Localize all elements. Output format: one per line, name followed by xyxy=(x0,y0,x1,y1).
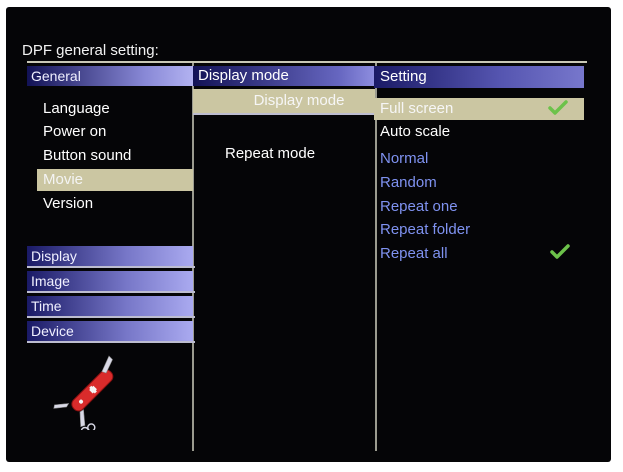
setting-label: Repeat all xyxy=(380,245,448,262)
swiss-knife-icon xyxy=(53,355,114,430)
category-image[interactable]: Image xyxy=(27,271,193,291)
category-rule xyxy=(27,266,195,268)
menu-item-power-on[interactable]: Power on xyxy=(37,121,193,143)
category-rule xyxy=(27,341,195,343)
setting-label: Repeat one xyxy=(380,198,458,215)
middle-rule xyxy=(193,113,375,115)
middle-header: Display mode xyxy=(193,66,375,86)
option-repeat-mode[interactable]: Repeat mode xyxy=(225,145,315,162)
setting-label: Normal xyxy=(380,150,429,167)
header-divider xyxy=(27,61,587,63)
category-general[interactable]: General xyxy=(27,66,195,86)
page-title: DPF general setting: xyxy=(22,42,159,59)
category-display[interactable]: Display xyxy=(27,246,193,266)
setting-repeat-folder[interactable]: Repeat folder xyxy=(374,219,584,241)
setting-header: Setting xyxy=(374,66,584,88)
category-rule xyxy=(27,291,195,293)
category-device[interactable]: Device xyxy=(27,321,193,341)
setting-auto-scale[interactable]: Auto scale xyxy=(374,121,584,143)
setting-repeat-one[interactable]: Repeat one xyxy=(374,196,584,218)
setting-label: Auto scale xyxy=(380,123,451,140)
menu-item-movie[interactable]: Movie xyxy=(37,169,193,191)
category-time[interactable]: Time xyxy=(27,296,193,316)
setting-label: Repeat folder xyxy=(380,221,471,238)
checkmark-icon xyxy=(550,244,570,259)
setting-label: Full screen xyxy=(380,100,454,117)
menu-item-language[interactable]: Language xyxy=(37,98,193,120)
option-display-mode[interactable]: Display mode xyxy=(193,89,375,113)
category-rule xyxy=(27,316,195,318)
setting-normal[interactable]: Normal xyxy=(374,148,584,170)
menu-item-button-sound[interactable]: Button sound xyxy=(37,145,193,167)
setting-random[interactable]: Random xyxy=(374,172,584,194)
menu-item-version[interactable]: Version xyxy=(37,193,193,215)
checkmark-icon xyxy=(548,100,568,115)
setting-label: Random xyxy=(380,174,437,191)
